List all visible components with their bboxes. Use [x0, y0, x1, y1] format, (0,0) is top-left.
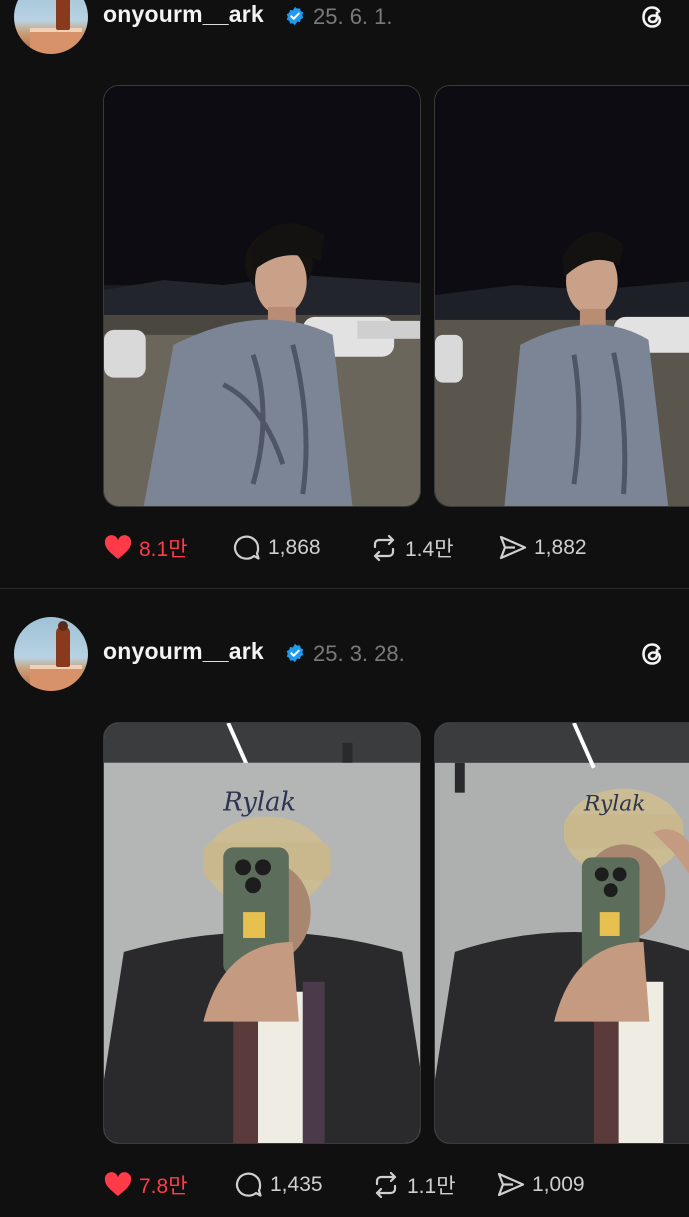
like-button[interactable]: 7.8만 — [103, 1165, 188, 1205]
avatar[interactable] — [14, 0, 88, 54]
post: onyourm__ark 25. 6. 1. 8.1만 1,868 1.4만 1… — [0, 0, 689, 588]
like-count: 8.1만 — [139, 538, 188, 561]
post-date: 25. 6. 1. — [313, 4, 393, 29]
post-image[interactable] — [434, 85, 689, 507]
repost-count: 1.1만 — [407, 1175, 456, 1198]
repost-button[interactable]: 1.1만 — [371, 1165, 456, 1205]
photo-mirror-selfie-2: Rylak — [435, 723, 689, 1143]
post-divider — [0, 588, 689, 589]
repost-button[interactable]: 1.4만 — [369, 528, 454, 568]
reply-icon — [235, 1172, 262, 1197]
share-icon — [497, 1172, 525, 1197]
verified-badge-icon — [286, 6, 304, 26]
reply-button[interactable]: 1,435 — [234, 1165, 323, 1205]
reply-count: 1,435 — [270, 1173, 323, 1196]
post-actions: 7.8만 1,435 1.1만 1,009 — [0, 1165, 689, 1205]
like-count: 7.8만 — [139, 1175, 188, 1198]
threads-logo-icon[interactable] — [636, 0, 670, 34]
share-button[interactable]: 1,009 — [496, 1165, 585, 1205]
svg-text:Rylak: Rylak — [222, 788, 296, 818]
reply-button[interactable]: 1,868 — [232, 528, 321, 568]
share-icon — [499, 535, 527, 560]
avatar-figure — [56, 0, 70, 30]
like-button[interactable]: 8.1만 — [103, 528, 188, 568]
post-image[interactable]: Rylak — [103, 722, 421, 1144]
post-image[interactable] — [103, 85, 421, 507]
username[interactable]: onyourm__ark — [103, 1, 264, 28]
post-actions: 8.1만 1,868 1.4만 1,882 — [0, 528, 689, 568]
heart-icon — [104, 1172, 132, 1196]
repost-count: 1.4만 — [405, 538, 454, 561]
avatar[interactable] — [14, 617, 88, 691]
svg-text:Rylak: Rylak — [583, 792, 646, 817]
photo-night-profile — [104, 86, 420, 506]
reply-icon — [233, 535, 260, 560]
verified-badge-icon — [286, 643, 304, 663]
post-image[interactable]: Rylak — [434, 722, 689, 1144]
share-count: 1,882 — [534, 536, 587, 559]
threads-logo-icon[interactable] — [636, 637, 670, 671]
repost-icon — [375, 1171, 397, 1199]
avatar-head — [58, 621, 68, 631]
reply-count: 1,868 — [268, 536, 321, 559]
avatar-figure — [56, 627, 70, 667]
post: onyourm__ark 25. 3. 28. Rylak Rylak 7.8만… — [0, 617, 689, 1217]
share-button[interactable]: 1,882 — [498, 528, 587, 568]
share-count: 1,009 — [532, 1173, 585, 1196]
avatar-ledge — [30, 669, 82, 691]
username[interactable]: onyourm__ark — [103, 638, 264, 665]
post-date: 25. 3. 28. — [313, 641, 405, 666]
photo-night-front — [435, 86, 689, 506]
repost-icon — [373, 534, 395, 562]
photo-mirror-selfie-1: Rylak — [104, 723, 420, 1143]
avatar-ledge — [30, 32, 82, 54]
heart-icon — [104, 535, 132, 559]
